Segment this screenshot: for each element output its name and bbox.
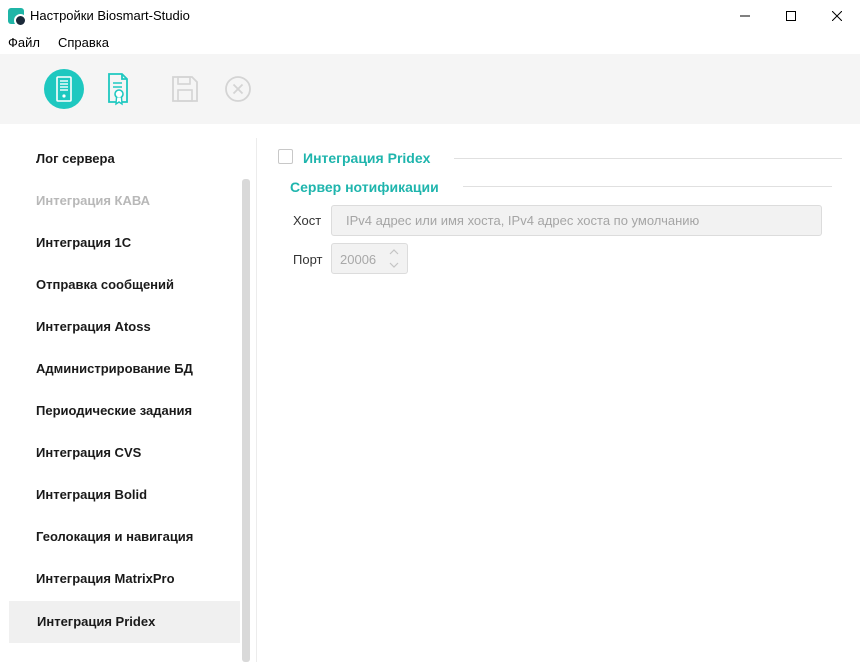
close-icon: [832, 11, 842, 21]
maximize-icon: [786, 11, 796, 21]
title-bar: Настройки Biosmart-Studio: [0, 0, 860, 32]
app-logo-icon: [8, 8, 27, 27]
maximize-button[interactable]: [768, 0, 814, 32]
sidebar-item-kaba: Интеграция КАВА: [36, 193, 151, 208]
enable-pridex-checkbox[interactable]: [278, 149, 293, 164]
port-increment-button[interactable]: [387, 246, 401, 258]
license-button[interactable]: [98, 69, 138, 109]
port-label: Порт: [293, 252, 323, 267]
menu-help[interactable]: Справка: [58, 35, 109, 50]
sidebar-item-cvs[interactable]: Интеграция CVS: [9, 432, 240, 474]
port-value: 20006: [340, 252, 377, 267]
pridex-section-title[interactable]: Интеграция Pridex: [303, 150, 430, 166]
license-certificate-icon: [108, 73, 128, 106]
save-button[interactable]: [165, 69, 205, 109]
window-title: Настройки Biosmart-Studio: [30, 8, 190, 23]
toolbar: [0, 54, 860, 124]
chevron-up-icon: [389, 249, 399, 255]
sidebar-item-geolocation[interactable]: Геолокация и навигация: [9, 516, 240, 558]
port-decrement-button[interactable]: [387, 259, 401, 271]
close-button[interactable]: [814, 0, 860, 32]
sidebar-scrollbar[interactable]: [242, 179, 250, 662]
sidebar-item-pridex[interactable]: Интеграция Pridex: [9, 601, 240, 643]
menu-file[interactable]: Файл: [8, 35, 40, 50]
minimize-button[interactable]: [722, 0, 768, 32]
notification-server-title: Сервер нотификации: [290, 179, 439, 195]
subsection-divider: [463, 186, 832, 187]
section-divider: [454, 158, 842, 159]
sidebar-item-atoss[interactable]: Интеграция Atoss: [9, 306, 240, 348]
host-input[interactable]: [331, 205, 822, 236]
panel-divider: [256, 138, 257, 662]
sidebar-item-matrixpro[interactable]: Интеграция MatrixPro: [9, 558, 240, 600]
host-label: Хост: [293, 213, 322, 228]
save-icon: [172, 76, 198, 102]
cancel-button[interactable]: [218, 69, 258, 109]
sidebar-nav: Лог сервера Интеграция КАВА Интеграция 1…: [9, 138, 242, 660]
sidebar-item-periodic-tasks[interactable]: Периодические задания: [9, 390, 240, 432]
menu-bar: Файл Справка: [0, 32, 860, 54]
chevron-down-icon: [389, 262, 399, 268]
sidebar-item-messaging[interactable]: Отправка сообщений: [9, 264, 240, 306]
minimize-icon: [740, 15, 750, 17]
sidebar-item-bolid[interactable]: Интеграция Bolid: [9, 474, 240, 516]
sidebar-item-server-log[interactable]: Лог сервера: [9, 138, 240, 180]
sidebar-item-1c[interactable]: Интеграция 1С: [9, 222, 240, 264]
server-icon: [56, 76, 72, 102]
cancel-icon: [225, 76, 251, 102]
server-settings-button[interactable]: [44, 69, 84, 109]
port-spinbox[interactable]: 20006: [331, 243, 408, 274]
sidebar-item-db-admin[interactable]: Администрирование БД: [9, 348, 240, 390]
